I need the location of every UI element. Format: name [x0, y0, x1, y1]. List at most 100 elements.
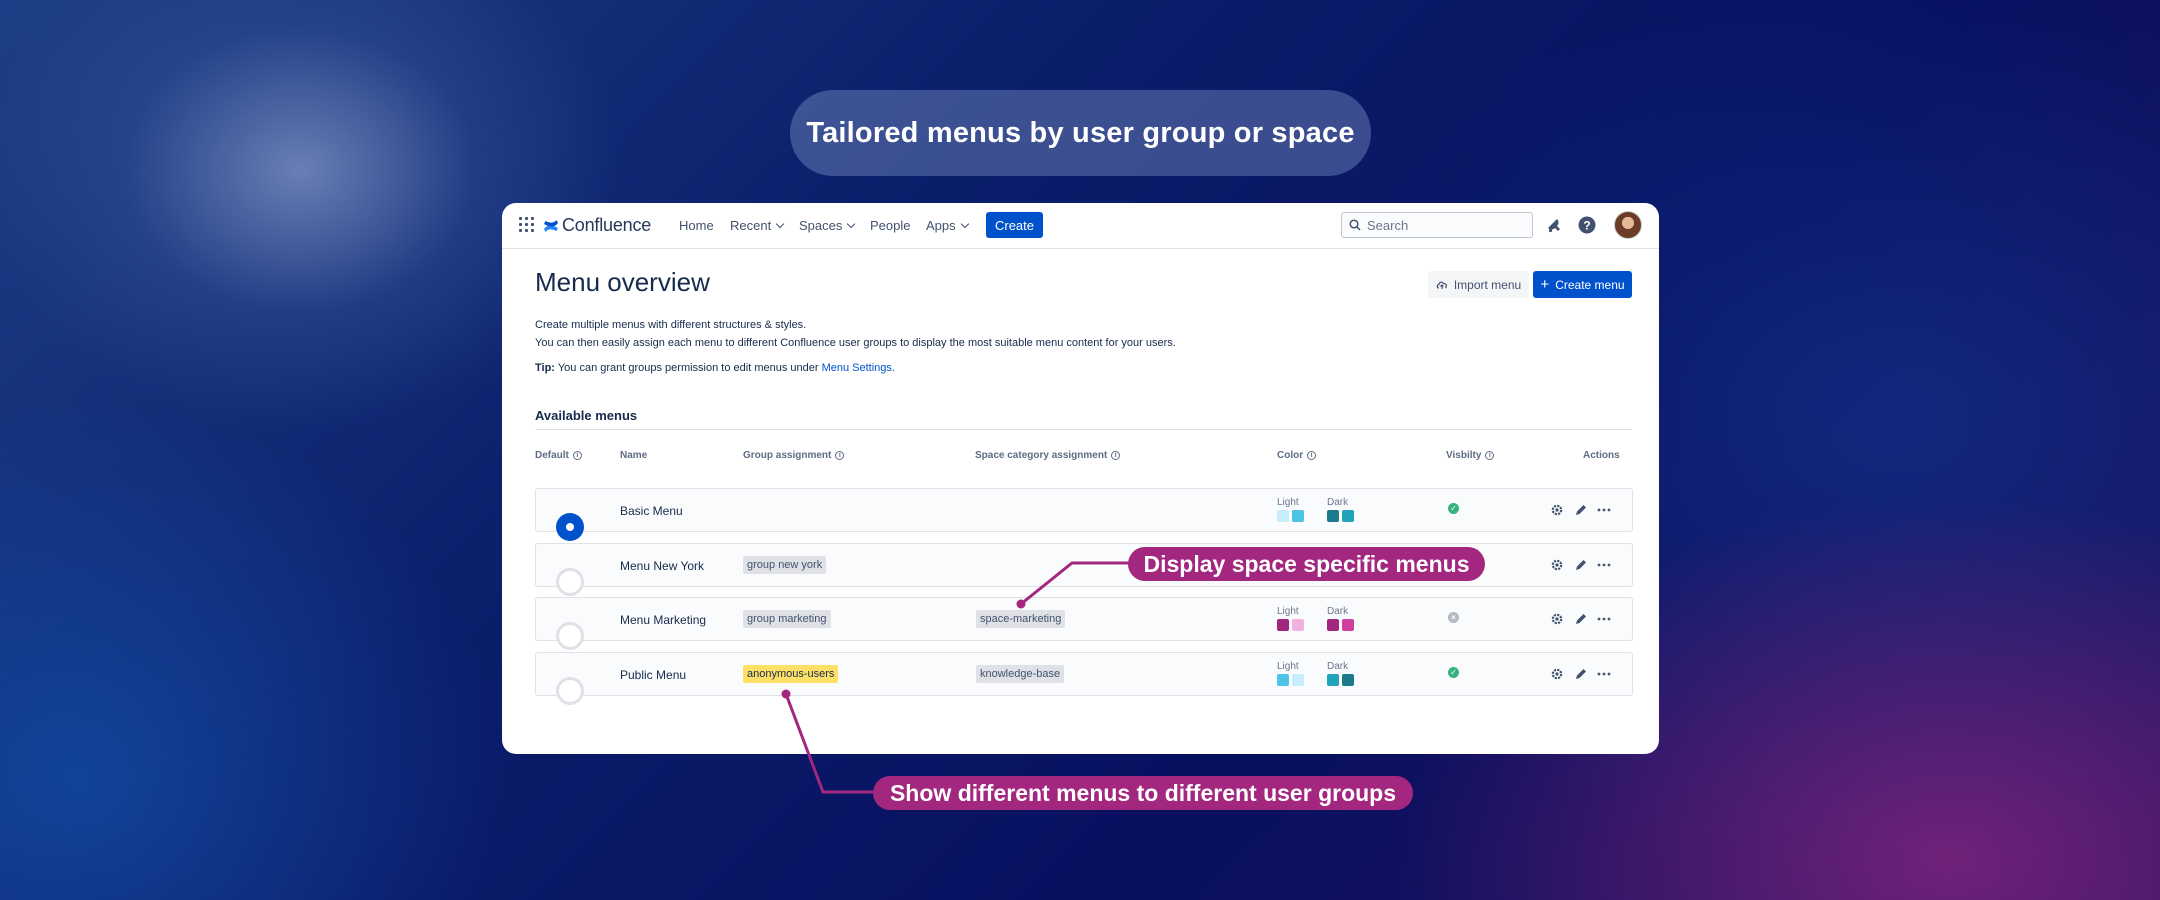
group-tag: group marketing	[743, 610, 831, 628]
light-label: Light	[1277, 497, 1299, 508]
search-placeholder: Search	[1367, 217, 1409, 233]
confluence-logo-icon	[544, 219, 558, 232]
nav-home[interactable]: Home	[679, 218, 714, 233]
chevron-down-icon	[775, 219, 785, 228]
nav-apps-label: Apps	[926, 218, 956, 233]
dark-color-swatch	[1327, 510, 1339, 522]
more-options-icon[interactable]	[1596, 666, 1612, 682]
settings-gear-icon[interactable]	[1549, 611, 1565, 627]
import-menu-button[interactable]: Import menu	[1428, 271, 1529, 298]
page-title: Menu overview	[535, 267, 710, 297]
nav-spaces[interactable]: Spaces	[799, 218, 856, 233]
space-category-tag: knowledge-base	[976, 665, 1065, 683]
default-radio[interactable]	[556, 677, 584, 705]
create-menu-label: Create menu	[1555, 277, 1625, 292]
header-default: Default i	[535, 450, 582, 461]
light-color-swatch	[1277, 510, 1289, 522]
group-tag: group new york	[743, 556, 827, 574]
light-label: Light	[1277, 661, 1299, 672]
menu-name: Menu Marketing	[620, 613, 707, 627]
edit-pencil-icon[interactable]	[1573, 502, 1589, 518]
light-label: Light	[1277, 606, 1299, 617]
app-switcher-icon[interactable]	[519, 217, 534, 232]
nav-apps[interactable]: Apps	[926, 218, 969, 233]
tip-text: Tip: You can grant groups permission to …	[535, 362, 895, 374]
hero-title: Tailored menus by user group or space	[790, 90, 1371, 176]
callout-space-menus: Display space specific menus	[1128, 547, 1485, 581]
light-color-swatch	[1292, 674, 1304, 686]
info-icon[interactable]: i	[1111, 451, 1121, 460]
chevron-down-icon	[847, 219, 856, 228]
header-actions: Actions	[1583, 450, 1620, 461]
dark-color-swatch	[1327, 674, 1339, 686]
header-default-label: Default	[535, 450, 569, 461]
info-icon[interactable]: i	[572, 451, 582, 460]
search-icon	[1349, 219, 1361, 231]
avatar[interactable]	[1614, 211, 1642, 239]
space-category-tag: space-marketing	[976, 610, 1066, 628]
callout-user-groups: Show different menus to different user g…	[873, 776, 1413, 810]
notifications-icon[interactable]	[1544, 215, 1564, 235]
menu-settings-link[interactable]: Menu Settings.	[822, 362, 895, 374]
default-radio[interactable]	[556, 513, 584, 541]
header-visibility-label: Visbilty	[1446, 450, 1482, 461]
hidden-x-icon[interactable]: ×	[1448, 612, 1459, 623]
header-group-label: Group assignment	[743, 450, 832, 461]
edit-pencil-icon[interactable]	[1573, 611, 1589, 627]
table-row[interactable]: Public Menu anonymous-users knowledge-base…	[535, 652, 1633, 705]
svg-text:?: ?	[1583, 218, 1590, 232]
default-radio[interactable]	[556, 568, 584, 596]
create-menu-button[interactable]: + Create menu	[1533, 271, 1632, 298]
info-icon[interactable]: i	[1485, 451, 1495, 460]
dark-color-swatch	[1342, 510, 1354, 522]
table-row[interactable]: Menu Marketing group marketing space-marke…	[535, 597, 1633, 650]
more-options-icon[interactable]	[1596, 611, 1612, 627]
tip-label: Tip:	[535, 362, 555, 374]
confluence-logo[interactable]: Confluence	[543, 215, 651, 236]
help-icon[interactable]: ?	[1577, 215, 1597, 235]
tip-body: You can grant groups permission to edit …	[557, 362, 819, 374]
visible-check-icon[interactable]: ✓	[1448, 667, 1459, 678]
light-color-swatch	[1277, 674, 1289, 686]
description-line-2: You can then easily assign each menu to …	[535, 337, 1176, 349]
nav-home-label: Home	[679, 218, 714, 233]
plus-icon: +	[1540, 276, 1550, 293]
edit-pencil-icon[interactable]	[1573, 557, 1589, 573]
header-color-label: Color	[1277, 450, 1304, 461]
settings-gear-icon[interactable]	[1549, 502, 1565, 518]
available-menus-heading: Available menus	[535, 408, 638, 423]
light-color-swatch	[1292, 510, 1304, 522]
search-input[interactable]: Search	[1341, 212, 1533, 238]
description-line-1: Create multiple menus with different str…	[535, 319, 807, 331]
dark-color-swatch	[1342, 619, 1354, 631]
table-row[interactable]: Basic Menu Light Dark ✓	[535, 488, 1633, 541]
menu-name: Basic Menu	[620, 504, 683, 518]
dark-label: Dark	[1327, 661, 1349, 672]
more-options-icon[interactable]	[1596, 557, 1612, 573]
edit-pencil-icon[interactable]	[1573, 666, 1589, 682]
brand-name: Confluence	[562, 215, 652, 235]
header-space-label: Space category assignment	[975, 450, 1108, 461]
info-icon[interactable]: i	[835, 451, 845, 460]
dark-color-swatch	[1342, 674, 1354, 686]
settings-gear-icon[interactable]	[1549, 557, 1565, 573]
info-icon[interactable]: i	[1307, 451, 1317, 460]
nav-spaces-label: Spaces	[799, 218, 843, 233]
divider	[535, 429, 1632, 430]
dark-label: Dark	[1327, 497, 1349, 508]
more-options-icon[interactable]	[1596, 502, 1612, 518]
default-radio[interactable]	[556, 622, 584, 650]
nav-people[interactable]: People	[870, 218, 910, 233]
dark-label: Dark	[1327, 606, 1349, 617]
header-color: Color i	[1277, 450, 1317, 461]
light-color-swatch	[1292, 619, 1304, 631]
visible-check-icon[interactable]: ✓	[1448, 503, 1459, 514]
nav-recent[interactable]: Recent	[730, 218, 785, 233]
settings-gear-icon[interactable]	[1549, 666, 1565, 682]
header-group: Group assignment i	[743, 450, 845, 461]
create-button[interactable]: Create	[986, 212, 1043, 238]
menu-name: Menu New York	[620, 559, 705, 573]
cloud-upload-icon	[1436, 281, 1447, 289]
confluence-window: Confluence Home Recent Spaces People App…	[502, 203, 1659, 754]
group-tag: anonymous-users	[743, 665, 839, 683]
